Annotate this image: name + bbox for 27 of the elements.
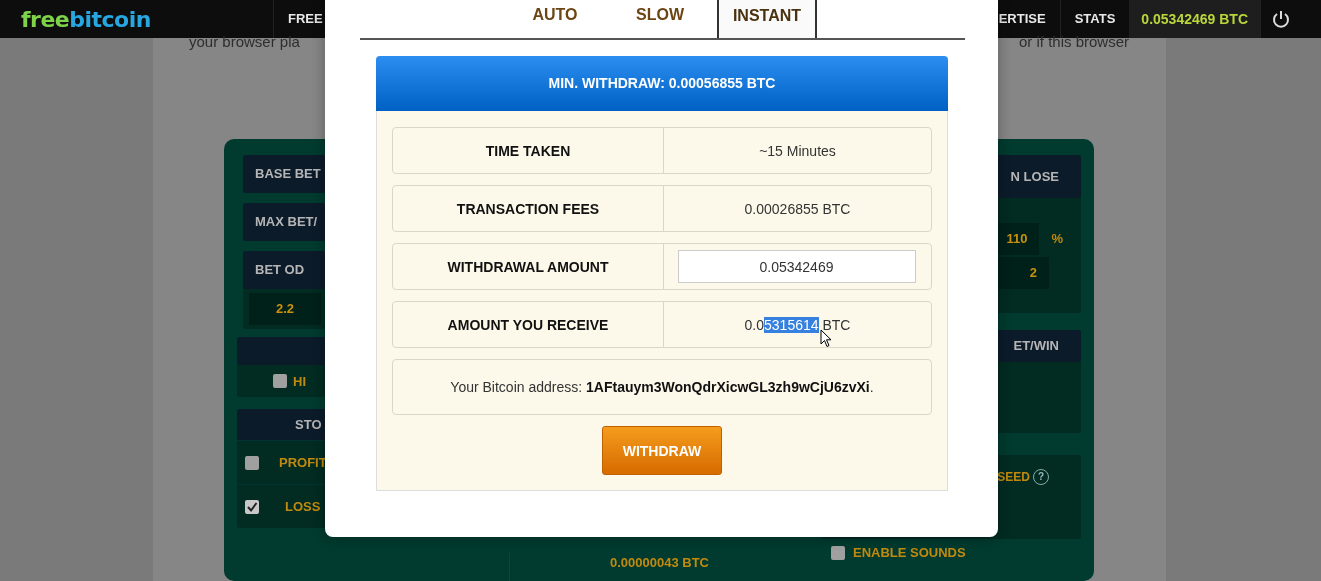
logo[interactable]: freebitcoin [21, 6, 273, 32]
row-label: TRANSACTION FEES [393, 186, 664, 231]
option-label: PROFIT [278, 455, 327, 470]
checkbox[interactable] [245, 499, 259, 514]
row-label: AMOUNT YOU RECEIVE [393, 302, 664, 347]
option-label: HI [293, 373, 306, 389]
option-label: ENABLE SOUNDS [853, 545, 966, 560]
amount-field[interactable]: 0.05342469 [677, 250, 916, 283]
seed-label: SEED [997, 470, 1030, 484]
cursor-icon [820, 329, 832, 348]
balance: 0.05342469 BTC [1129, 0, 1260, 38]
unit-label: % [1050, 231, 1063, 246]
amount-text: 0.00000043 BTC [610, 555, 709, 570]
power-icon [1271, 9, 1291, 29]
option-label: LOSS [284, 499, 321, 514]
address-text: Your Bitcoin address: 1AFtauym3WonQdrXicwGL3zh9wCjU6zvXi. [450, 379, 874, 395]
checkbox[interactable] [831, 545, 845, 560]
tab[interactable]: SLOW [612, 0, 708, 38]
tab[interactable]: INSTANT [717, 0, 817, 38]
odds-field[interactable]: 2.2 [249, 293, 321, 325]
checkbox[interactable] [245, 455, 259, 470]
checkbox[interactable] [273, 374, 287, 388]
row-value: 0.00026855 BTC [744, 200, 851, 217]
row-label: WITHDRAWAL AMOUNT [393, 244, 664, 289]
min-withdraw-banner: MIN. WITHDRAW: 0.00056855 BTC [376, 56, 948, 111]
tab[interactable]: AUTO [507, 0, 603, 38]
row-label: TIME TAKEN [393, 128, 664, 173]
